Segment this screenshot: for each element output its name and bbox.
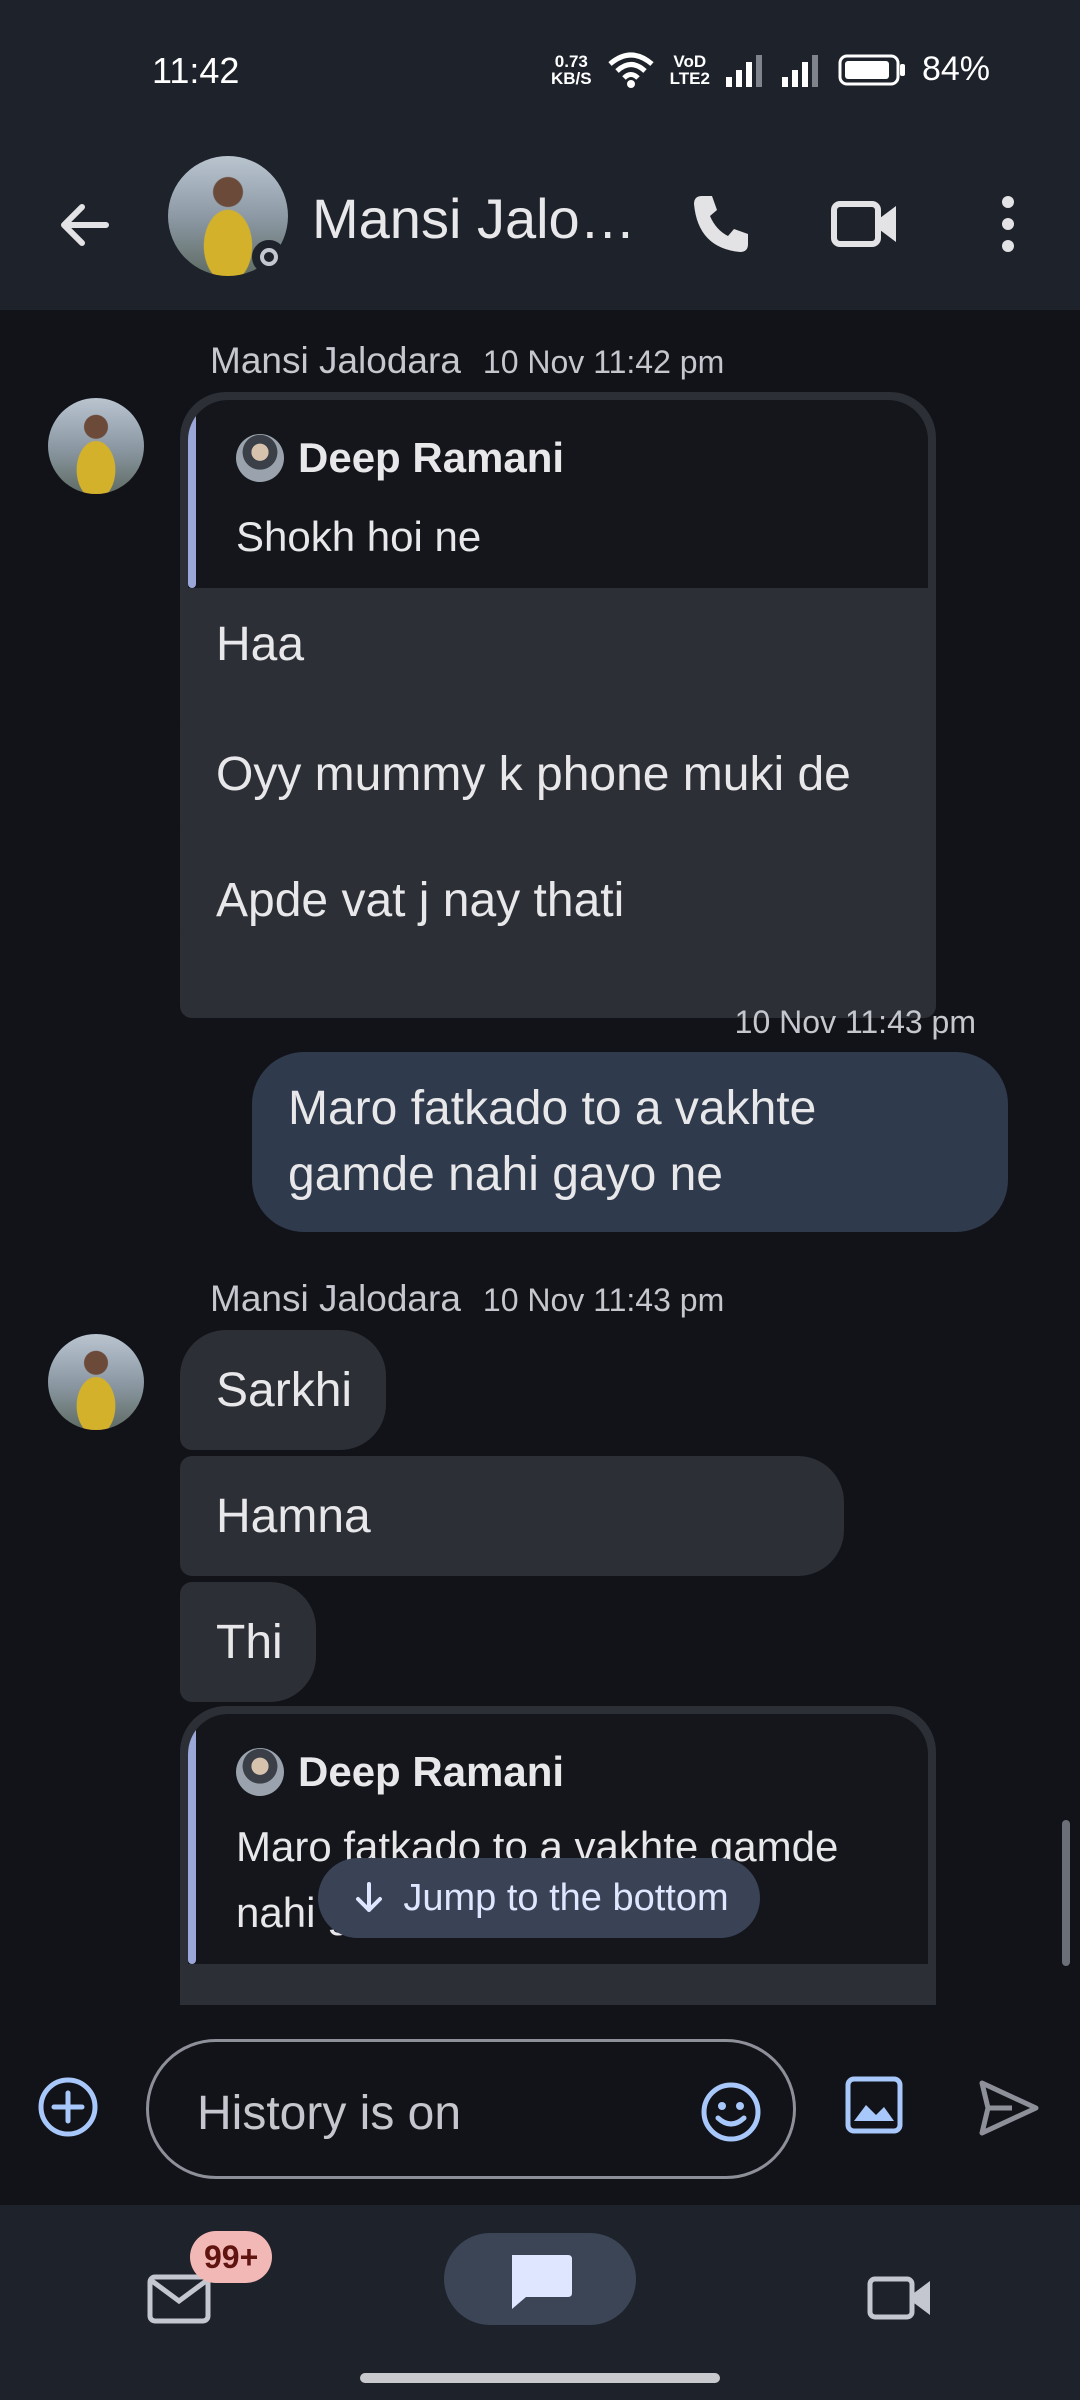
- unread-badge: 99+: [190, 2231, 273, 2283]
- message-bubble[interactable]: Sarkhi: [180, 1330, 386, 1450]
- status-icons: 0.73 KB/S VoD LTE2 84%: [551, 50, 990, 89]
- network-speed: 0.73 KB/S: [551, 51, 592, 88]
- quoted-author: Deep Ramani: [236, 434, 564, 482]
- volte-indicator: VoD LTE2: [669, 51, 710, 88]
- message-text: Sarkhi: [216, 1363, 353, 1417]
- chat-icon[interactable]: [506, 2251, 574, 2313]
- sender-name: Mansi Jalodara: [210, 1278, 461, 1319]
- message-timestamp: 10 Nov 11:43 pm: [734, 1004, 976, 1040]
- more-vert-icon[interactable]: [968, 184, 1048, 264]
- battery-percent: 84%: [921, 50, 990, 88]
- battery-icon: [838, 54, 905, 85]
- message-input-placeholder: History is on: [197, 2087, 462, 2140]
- bottom-navigation: 99+: [0, 2205, 1080, 2400]
- sender-avatar[interactable]: [48, 1334, 144, 1430]
- signal-icon: [781, 54, 818, 87]
- sender-avatar[interactable]: [48, 398, 144, 494]
- back-arrow-icon[interactable]: [50, 190, 120, 260]
- message-bubble[interactable]: Hamna: [180, 1456, 844, 1576]
- conversation-header: Mansi Jalo…: [0, 140, 1080, 310]
- message-text: Oyy mummy k phone muki de: [216, 747, 851, 801]
- add-circle-icon[interactable]: [36, 2075, 100, 2139]
- quote-bar: [188, 408, 196, 588]
- phone-icon[interactable]: [680, 184, 760, 264]
- signal-icon: [725, 54, 762, 87]
- video-icon[interactable]: [864, 2261, 936, 2333]
- arrow-down-icon: [356, 1882, 383, 1912]
- message-timestamp: 10 Nov 11:43 pm: [482, 1282, 725, 1318]
- send-icon[interactable]: [976, 2075, 1042, 2141]
- home-indicator[interactable]: [360, 2373, 720, 2383]
- emoji-icon[interactable]: [699, 2080, 763, 2144]
- quote-bar: [188, 1722, 196, 1964]
- quoted-text: Shokh hoi ne: [236, 513, 482, 560]
- contact-name[interactable]: Mansi Jalo…: [312, 186, 636, 251]
- message-list[interactable]: Mansi Jalodara 10 Nov 11:42 pm Deep Raman…: [0, 310, 1080, 2005]
- presence-status-icon: [252, 240, 286, 274]
- jump-to-bottom-button[interactable]: Jump to the bottom: [318, 1858, 760, 1938]
- message-meta: Mansi Jalodara 10 Nov 11:43 pm: [210, 1278, 724, 1320]
- status-time: 11:42: [152, 50, 240, 91]
- quoted-author-avatar: [236, 1748, 284, 1796]
- video-call-icon[interactable]: [824, 184, 904, 264]
- quoted-reply[interactable]: Deep Ramani Shokh hoi ne: [188, 400, 928, 588]
- message-bubble[interactable]: Oyy mummy k phone muki de: [180, 714, 914, 834]
- message-bubble[interactable]: Haa: [180, 580, 936, 708]
- message-bubble[interactable]: Apde vat j nay thati: [180, 840, 830, 960]
- sender-name: Mansi Jalodara: [210, 340, 461, 381]
- message-bubble-with-reply[interactable]: Deep Ramani Maro fatkado to a vakhte gam…: [180, 1706, 936, 2005]
- message-text-line: gamde nahi gayo ne: [288, 1148, 723, 1201]
- message-text: Haa: [216, 617, 305, 671]
- message-text-line: Maro fatkado to a vakhte: [288, 1082, 817, 1135]
- message-meta: Mansi Jalodara 10 Nov 11:42 pm: [210, 340, 724, 382]
- outgoing-message-bubble[interactable]: Maro fatkado to a vakhte gamde nahi gayo…: [252, 1052, 1008, 1232]
- wifi-icon: [607, 52, 654, 88]
- message-text: Thi: [216, 1615, 283, 1669]
- message-input[interactable]: History is on: [146, 2039, 796, 2179]
- message-text: Apde vat j nay thati: [216, 873, 625, 927]
- message-bubble[interactable]: Thi: [180, 1582, 316, 1702]
- quoted-author: Deep Ramani: [236, 1748, 564, 1796]
- image-icon[interactable]: [844, 2075, 904, 2135]
- jump-to-bottom-label: Jump to the bottom: [403, 1876, 729, 1919]
- quoted-author-avatar: [236, 434, 284, 482]
- message-text: Hamna: [216, 1489, 371, 1543]
- status-bar: 11:42 0.73 KB/S VoD LTE2 84%: [0, 0, 1080, 140]
- message-composer: History is on: [0, 2005, 1080, 2205]
- message-timestamp: 10 Nov 11:42 pm: [482, 344, 725, 380]
- scrollbar-thumb[interactable]: [1062, 1820, 1070, 1966]
